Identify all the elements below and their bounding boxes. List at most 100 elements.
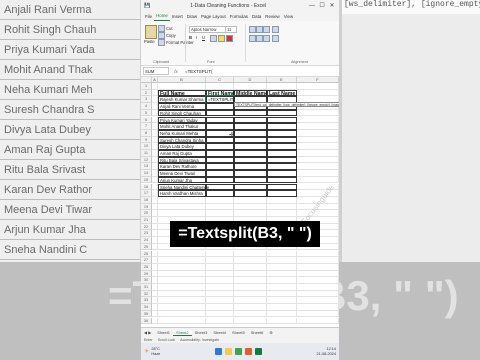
tab-home[interactable]: Home xyxy=(154,12,170,21)
cell[interactable] xyxy=(234,310,267,318)
row-header[interactable]: 36 xyxy=(141,317,152,325)
full-name-cell[interactable]: Harsh Vardhan Mishra xyxy=(158,190,206,197)
table-header[interactable]: Middle Name xyxy=(234,89,268,97)
sheet-tab-6[interactable]: Sheet6 xyxy=(248,330,267,335)
cell[interactable] xyxy=(158,284,206,291)
cell[interactable] xyxy=(206,317,234,325)
cell[interactable] xyxy=(297,109,339,117)
cell[interactable] xyxy=(206,176,234,184)
row-header[interactable]: 11 xyxy=(141,150,152,157)
row-header[interactable]: 1 xyxy=(141,83,152,90)
cell[interactable] xyxy=(206,143,234,150)
row-header[interactable]: 3 xyxy=(141,96,152,104)
cell[interactable] xyxy=(234,190,267,197)
fill-color-button[interactable] xyxy=(218,35,225,42)
row-header[interactable]: 5 xyxy=(141,109,152,117)
cell[interactable] xyxy=(158,310,206,318)
row-header[interactable]: 20 xyxy=(141,210,152,217)
cell[interactable] xyxy=(158,83,206,90)
full-name-cell[interactable]: Ritu Bala Srivastava xyxy=(158,156,206,164)
chrome-icon[interactable] xyxy=(244,348,252,355)
cell[interactable] xyxy=(206,203,234,211)
cell[interactable] xyxy=(206,109,234,117)
cell[interactable] xyxy=(206,190,234,197)
close-icon[interactable]: ✕ xyxy=(328,3,336,9)
fx-icon[interactable]: fx xyxy=(169,69,183,74)
cell[interactable] xyxy=(206,103,234,110)
row-header[interactable]: 34 xyxy=(141,304,152,311)
cell[interactable] xyxy=(206,116,234,124)
cell[interactable] xyxy=(267,143,297,150)
cell[interactable] xyxy=(158,257,206,264)
row-header[interactable]: 6 xyxy=(141,116,152,124)
cell[interactable] xyxy=(158,263,206,271)
add-sheet-icon[interactable]: ⊕ xyxy=(266,330,275,335)
cell[interactable] xyxy=(297,143,339,150)
row-header[interactable]: 25 xyxy=(141,243,152,251)
cell[interactable] xyxy=(206,83,234,90)
cell[interactable] xyxy=(158,304,206,311)
cell[interactable] xyxy=(234,203,267,211)
tab-draw[interactable]: Draw xyxy=(185,13,199,21)
weather-icon[interactable]: ☀ xyxy=(144,348,149,355)
row-header[interactable]: 31 xyxy=(141,284,152,291)
accessibility-status[interactable]: Accessibility: Investigate xyxy=(180,338,219,342)
cell[interactable] xyxy=(297,310,339,318)
cell[interactable] xyxy=(297,304,339,311)
cell[interactable] xyxy=(297,290,339,298)
font-name-select[interactable]: Aptos Narrow xyxy=(189,26,226,33)
row-header[interactable]: 35 xyxy=(141,310,152,318)
cell[interactable] xyxy=(234,170,267,177)
cell[interactable] xyxy=(234,250,267,258)
full-name-cell[interactable]: Aman Raj Gupta xyxy=(158,150,206,157)
full-name-cell[interactable]: Meena Devi Tiwari xyxy=(158,170,206,177)
cell[interactable] xyxy=(234,210,267,217)
full-name-cell[interactable]: Neha Kumari Mehta xyxy=(158,129,206,137)
cell[interactable] xyxy=(234,284,267,291)
cell[interactable] xyxy=(234,304,267,311)
cell[interactable] xyxy=(234,163,267,171)
start-icon[interactable] xyxy=(214,348,222,355)
row-header[interactable]: 23 xyxy=(141,230,152,238)
cell[interactable] xyxy=(234,270,267,278)
cell[interactable] xyxy=(297,176,339,184)
align-top-button[interactable] xyxy=(249,26,256,33)
full-name-cell[interactable]: Arjun Kumar Jha xyxy=(158,176,206,184)
excel-icon[interactable] xyxy=(254,348,262,355)
cell[interactable] xyxy=(297,297,339,305)
cell[interactable] xyxy=(234,150,267,157)
font-size-select[interactable]: 11 xyxy=(225,26,237,33)
cell[interactable] xyxy=(234,156,267,164)
align-middle-button[interactable] xyxy=(256,26,263,33)
cell[interactable] xyxy=(234,116,267,124)
row-header[interactable]: 10 xyxy=(141,143,152,150)
cell[interactable] xyxy=(234,196,267,204)
cell[interactable] xyxy=(158,290,206,298)
cell[interactable] xyxy=(297,123,339,130)
cell[interactable] xyxy=(206,270,234,278)
row-header[interactable]: 19 xyxy=(141,203,152,211)
cell[interactable] xyxy=(234,297,267,305)
sheet-tab-3[interactable]: Sheet3 xyxy=(192,330,211,335)
table-header[interactable]: Full Name xyxy=(158,89,206,97)
row-header[interactable]: 14 xyxy=(141,170,152,177)
row-header[interactable]: 26 xyxy=(141,250,152,258)
cell[interactable] xyxy=(297,150,339,157)
row-header[interactable]: 21 xyxy=(141,217,152,224)
maximize-icon[interactable]: ☐ xyxy=(318,3,326,9)
full-name-cell[interactable]: Karan Dev Rathore xyxy=(158,163,206,171)
cell[interactable] xyxy=(206,163,234,171)
cell[interactable] xyxy=(158,203,206,211)
sheet-tab-2[interactable]: Sheet2 xyxy=(172,329,192,336)
cell[interactable] xyxy=(267,317,297,325)
cell[interactable] xyxy=(267,176,297,184)
cell[interactable] xyxy=(267,183,297,191)
tab-insert[interactable]: Insert xyxy=(170,13,185,21)
sheet-tab-1[interactable]: Sheet1 xyxy=(154,330,173,335)
cell[interactable] xyxy=(267,290,297,298)
cell[interactable] xyxy=(206,304,234,311)
cell[interactable] xyxy=(267,190,297,197)
cell[interactable] xyxy=(297,270,339,278)
cell[interactable] xyxy=(158,277,206,284)
weather-widget[interactable]: 28°C Haze xyxy=(151,347,160,357)
